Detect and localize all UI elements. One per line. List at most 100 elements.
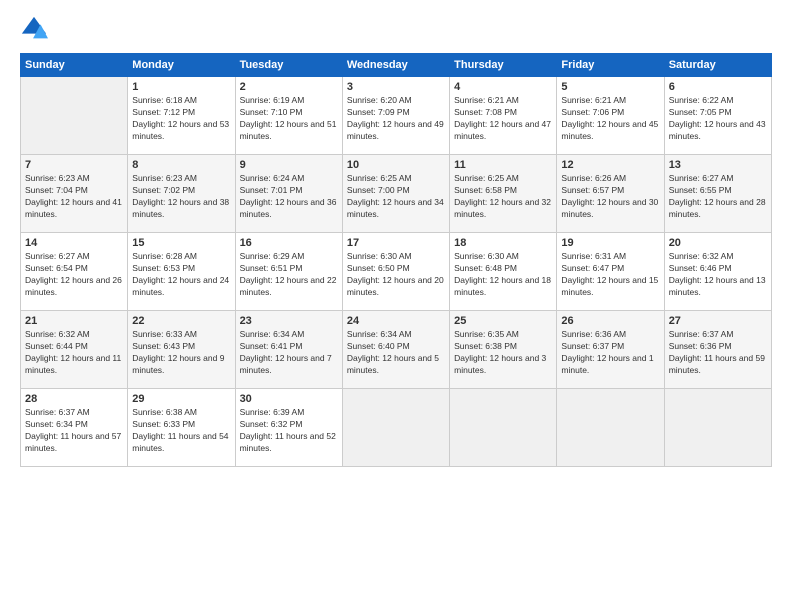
day-info: Sunrise: 6:27 AMSunset: 6:54 PMDaylight:…	[25, 251, 123, 299]
day-info: Sunrise: 6:33 AMSunset: 6:43 PMDaylight:…	[132, 329, 230, 377]
day-info: Sunrise: 6:28 AMSunset: 6:53 PMDaylight:…	[132, 251, 230, 299]
day-number: 16	[240, 237, 338, 249]
day-info: Sunrise: 6:25 AMSunset: 6:58 PMDaylight:…	[454, 173, 552, 221]
calendar-cell: 17 Sunrise: 6:30 AMSunset: 6:50 PMDayligh…	[342, 233, 449, 311]
day-info: Sunrise: 6:38 AMSunset: 6:33 PMDaylight:…	[132, 407, 230, 455]
calendar-cell: 29 Sunrise: 6:38 AMSunset: 6:33 PMDayligh…	[128, 389, 235, 467]
calendar-cell: 5 Sunrise: 6:21 AMSunset: 7:06 PMDaylight…	[557, 77, 664, 155]
calendar-week-3: 14 Sunrise: 6:27 AMSunset: 6:54 PMDayligh…	[21, 233, 772, 311]
day-info: Sunrise: 6:21 AMSunset: 7:06 PMDaylight:…	[561, 95, 659, 143]
day-number: 9	[240, 159, 338, 171]
weekday-header-saturday: Saturday	[664, 54, 771, 77]
weekday-header-wednesday: Wednesday	[342, 54, 449, 77]
day-number: 12	[561, 159, 659, 171]
day-number: 22	[132, 315, 230, 327]
day-info: Sunrise: 6:36 AMSunset: 6:37 PMDaylight:…	[561, 329, 659, 377]
day-number: 18	[454, 237, 552, 249]
day-number: 28	[25, 393, 123, 405]
calendar-cell: 27 Sunrise: 6:37 AMSunset: 6:36 PMDayligh…	[664, 311, 771, 389]
day-number: 7	[25, 159, 123, 171]
day-number: 23	[240, 315, 338, 327]
calendar-cell: 20 Sunrise: 6:32 AMSunset: 6:46 PMDayligh…	[664, 233, 771, 311]
calendar-table: SundayMondayTuesdayWednesdayThursdayFrid…	[20, 53, 772, 467]
calendar-cell: 12 Sunrise: 6:26 AMSunset: 6:57 PMDayligh…	[557, 155, 664, 233]
day-number: 11	[454, 159, 552, 171]
day-info: Sunrise: 6:26 AMSunset: 6:57 PMDaylight:…	[561, 173, 659, 221]
day-number: 15	[132, 237, 230, 249]
day-info: Sunrise: 6:37 AMSunset: 6:34 PMDaylight:…	[25, 407, 123, 455]
calendar-cell	[21, 77, 128, 155]
day-number: 8	[132, 159, 230, 171]
day-info: Sunrise: 6:22 AMSunset: 7:05 PMDaylight:…	[669, 95, 767, 143]
calendar-cell: 22 Sunrise: 6:33 AMSunset: 6:43 PMDayligh…	[128, 311, 235, 389]
day-info: Sunrise: 6:21 AMSunset: 7:08 PMDaylight:…	[454, 95, 552, 143]
day-info: Sunrise: 6:32 AMSunset: 6:46 PMDaylight:…	[669, 251, 767, 299]
day-info: Sunrise: 6:35 AMSunset: 6:38 PMDaylight:…	[454, 329, 552, 377]
calendar-cell: 24 Sunrise: 6:34 AMSunset: 6:40 PMDayligh…	[342, 311, 449, 389]
day-info: Sunrise: 6:25 AMSunset: 7:00 PMDaylight:…	[347, 173, 445, 221]
day-info: Sunrise: 6:27 AMSunset: 6:55 PMDaylight:…	[669, 173, 767, 221]
logo	[20, 15, 50, 43]
day-number: 17	[347, 237, 445, 249]
day-number: 21	[25, 315, 123, 327]
calendar-cell: 6 Sunrise: 6:22 AMSunset: 7:05 PMDaylight…	[664, 77, 771, 155]
calendar-cell	[342, 389, 449, 467]
day-info: Sunrise: 6:37 AMSunset: 6:36 PMDaylight:…	[669, 329, 767, 377]
day-number: 3	[347, 81, 445, 93]
day-number: 6	[669, 81, 767, 93]
calendar-cell: 26 Sunrise: 6:36 AMSunset: 6:37 PMDayligh…	[557, 311, 664, 389]
page: SundayMondayTuesdayWednesdayThursdayFrid…	[0, 0, 792, 612]
day-number: 5	[561, 81, 659, 93]
calendar-cell: 8Sunrise: 6:23 AMSunset: 7:02 PMDaylight…	[128, 155, 235, 233]
day-number: 26	[561, 315, 659, 327]
calendar-cell	[450, 389, 557, 467]
calendar-cell	[557, 389, 664, 467]
day-number: 29	[132, 393, 230, 405]
day-number: 20	[669, 237, 767, 249]
day-info: Sunrise: 6:39 AMSunset: 6:32 PMDaylight:…	[240, 407, 338, 455]
day-info: Sunrise: 6:20 AMSunset: 7:09 PMDaylight:…	[347, 95, 445, 143]
day-number: 19	[561, 237, 659, 249]
weekday-header-monday: Monday	[128, 54, 235, 77]
calendar-cell: 30Sunrise: 6:39 AMSunset: 6:32 PMDayligh…	[235, 389, 342, 467]
day-number: 14	[25, 237, 123, 249]
header	[20, 15, 772, 43]
weekday-header-row: SundayMondayTuesdayWednesdayThursdayFrid…	[21, 54, 772, 77]
calendar-cell: 16Sunrise: 6:29 AMSunset: 6:51 PMDayligh…	[235, 233, 342, 311]
day-number: 2	[240, 81, 338, 93]
calendar-cell: 19 Sunrise: 6:31 AMSunset: 6:47 PMDayligh…	[557, 233, 664, 311]
day-number: 13	[669, 159, 767, 171]
day-info: Sunrise: 6:30 AMSunset: 6:50 PMDaylight:…	[347, 251, 445, 299]
day-info: Sunrise: 6:34 AMSunset: 6:40 PMDaylight:…	[347, 329, 445, 377]
calendar-cell	[664, 389, 771, 467]
calendar-cell: 1Sunrise: 6:18 AMSunset: 7:12 PMDaylight…	[128, 77, 235, 155]
calendar-cell: 25Sunrise: 6:35 AMSunset: 6:38 PMDayligh…	[450, 311, 557, 389]
calendar-cell: 28 Sunrise: 6:37 AMSunset: 6:34 PMDayligh…	[21, 389, 128, 467]
calendar-cell: 4Sunrise: 6:21 AMSunset: 7:08 PMDaylight…	[450, 77, 557, 155]
weekday-header-friday: Friday	[557, 54, 664, 77]
day-number: 1	[132, 81, 230, 93]
day-info: Sunrise: 6:19 AMSunset: 7:10 PMDaylight:…	[240, 95, 338, 143]
calendar-week-1: 1Sunrise: 6:18 AMSunset: 7:12 PMDaylight…	[21, 77, 772, 155]
day-number: 27	[669, 315, 767, 327]
day-info: Sunrise: 6:24 AMSunset: 7:01 PMDaylight:…	[240, 173, 338, 221]
calendar-cell: 23 Sunrise: 6:34 AMSunset: 6:41 PMDayligh…	[235, 311, 342, 389]
calendar-cell: 3 Sunrise: 6:20 AMSunset: 7:09 PMDaylight…	[342, 77, 449, 155]
calendar-cell: 2 Sunrise: 6:19 AMSunset: 7:10 PMDaylight…	[235, 77, 342, 155]
calendar-cell: 15 Sunrise: 6:28 AMSunset: 6:53 PMDayligh…	[128, 233, 235, 311]
calendar-week-2: 7Sunrise: 6:23 AMSunset: 7:04 PMDaylight…	[21, 155, 772, 233]
calendar-week-4: 21Sunrise: 6:32 AMSunset: 6:44 PMDayligh…	[21, 311, 772, 389]
day-info: Sunrise: 6:34 AMSunset: 6:41 PMDaylight:…	[240, 329, 338, 377]
calendar-cell: 11 Sunrise: 6:25 AMSunset: 6:58 PMDayligh…	[450, 155, 557, 233]
calendar-week-5: 28 Sunrise: 6:37 AMSunset: 6:34 PMDayligh…	[21, 389, 772, 467]
day-number: 24	[347, 315, 445, 327]
calendar-cell: 14 Sunrise: 6:27 AMSunset: 6:54 PMDayligh…	[21, 233, 128, 311]
weekday-header-sunday: Sunday	[21, 54, 128, 77]
day-info: Sunrise: 6:30 AMSunset: 6:48 PMDaylight:…	[454, 251, 552, 299]
day-info: Sunrise: 6:31 AMSunset: 6:47 PMDaylight:…	[561, 251, 659, 299]
weekday-header-tuesday: Tuesday	[235, 54, 342, 77]
day-number: 10	[347, 159, 445, 171]
weekday-header-thursday: Thursday	[450, 54, 557, 77]
logo-icon	[20, 15, 48, 43]
calendar-cell: 18 Sunrise: 6:30 AMSunset: 6:48 PMDayligh…	[450, 233, 557, 311]
